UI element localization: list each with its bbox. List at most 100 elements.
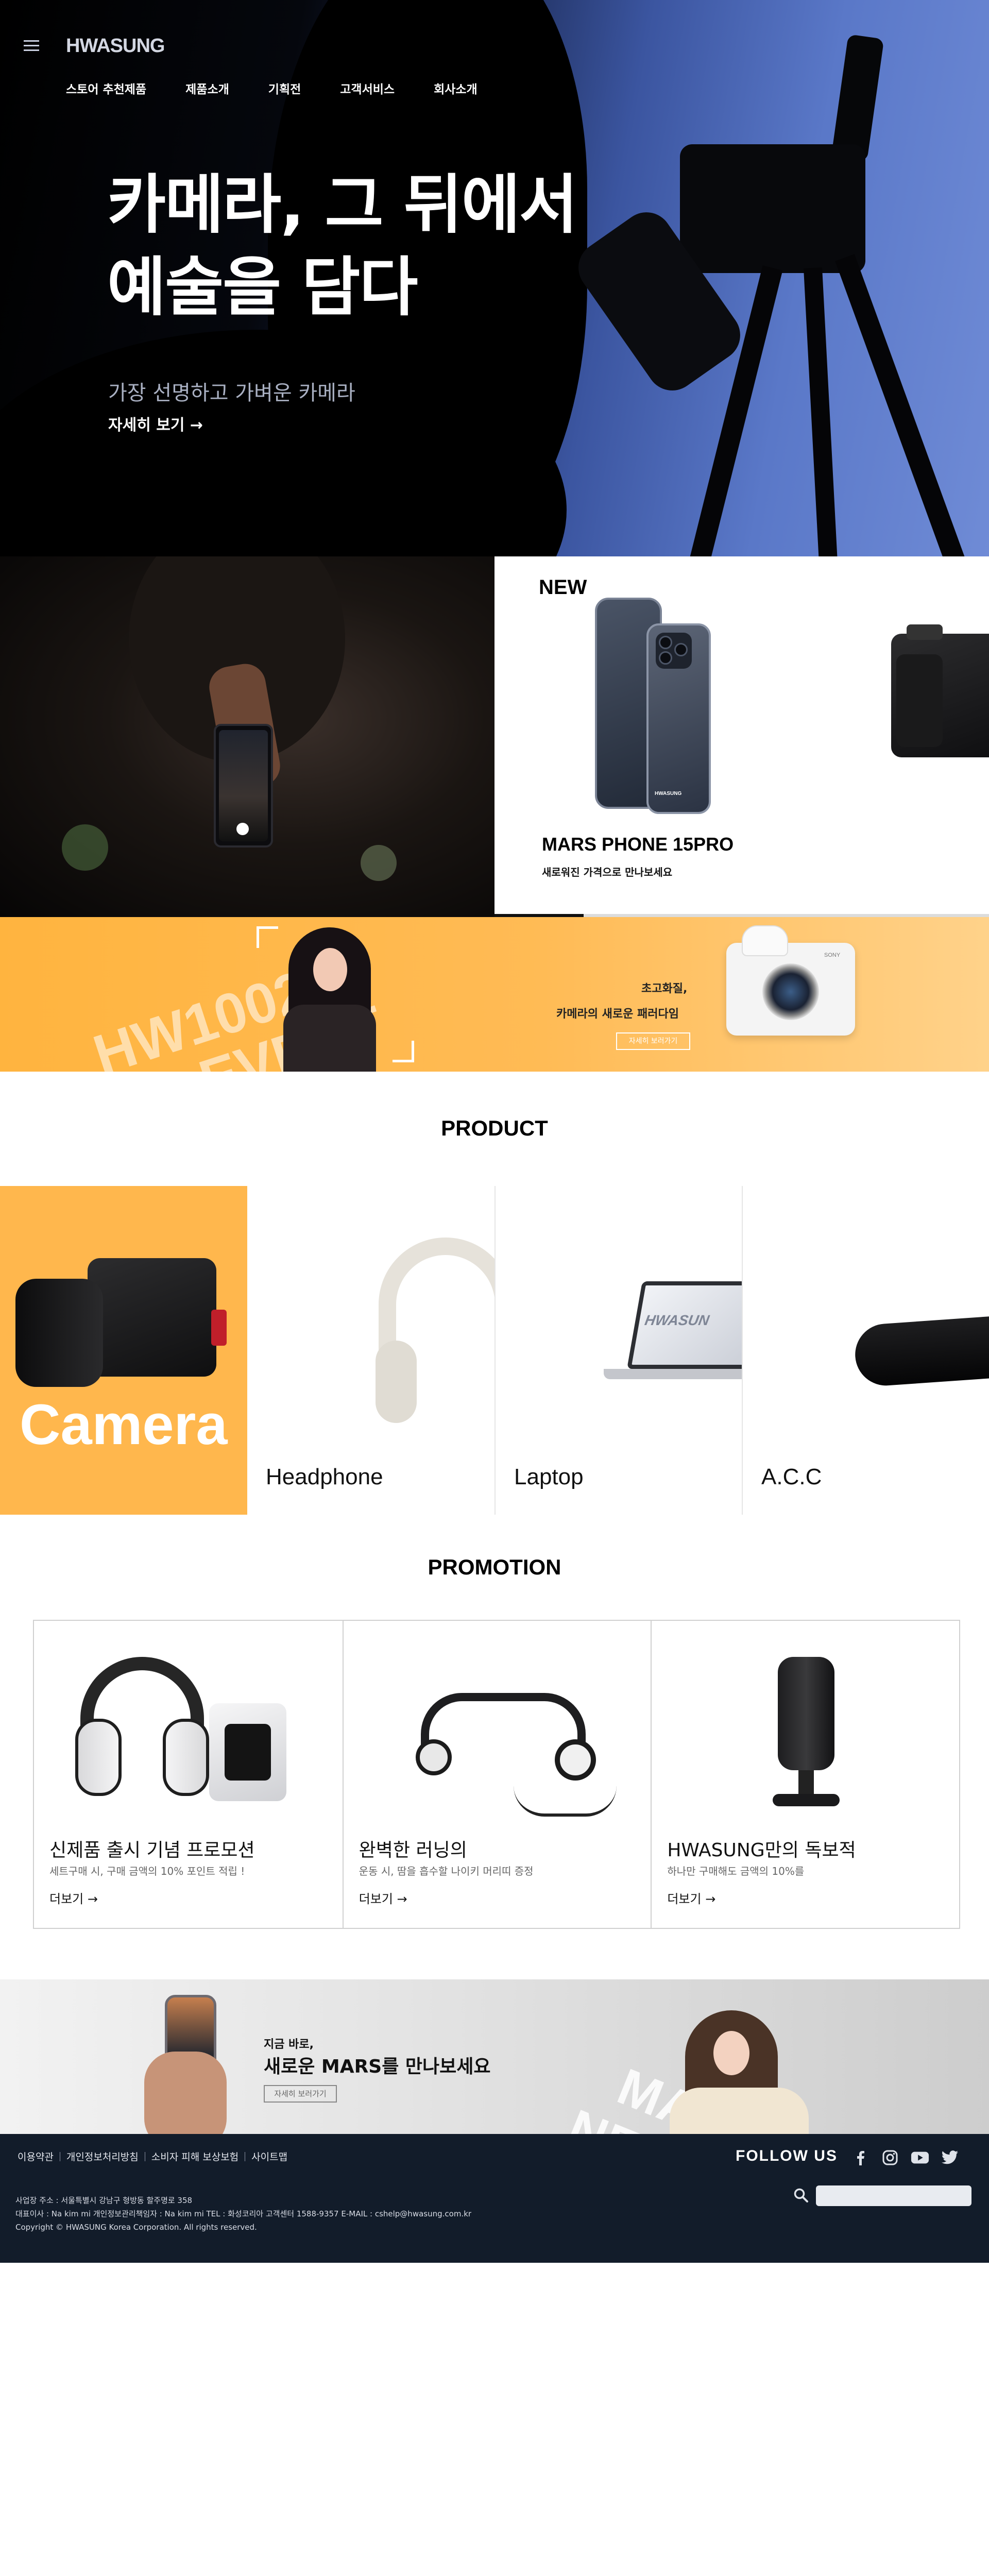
twitter-icon[interactable] [941, 2148, 959, 2167]
promo-title: HWASUNG만의 독보적 [667, 1840, 856, 1861]
promo-title: 완벽한 러닝의 [359, 1840, 467, 1861]
promo-more-link[interactable]: 더보기 → [667, 1889, 715, 1907]
mars-model [670, 2010, 809, 2134]
bokeh-light [361, 845, 397, 881]
hero-camera-body [680, 144, 865, 273]
mic-head [778, 1657, 835, 1770]
mars-title: 새로운 MARS를 만나보세요 [264, 2056, 491, 2077]
mic-base [773, 1794, 840, 1806]
footer-link-privacy[interactable]: 개인정보처리방침 [66, 2149, 139, 2163]
promo-title: 신제품 출시 기념 프로모션 [49, 1840, 255, 1861]
company-info: 사업장 주소 : 서울특별시 강남구 형방동 할주명로 358 대표이사 : N… [15, 2194, 471, 2234]
speaker-image [853, 1314, 989, 1388]
hand-phone-image [144, 1995, 232, 2134]
promo-more-link[interactable]: 더보기 → [49, 1889, 98, 1907]
mars-banner: 지금 바로, 새로운 MARS를 만나보세요 자세히 보러가기 MARS PHO… [0, 1979, 989, 2134]
new-badge: NEW [539, 576, 587, 599]
gaming-headset-image [75, 1657, 209, 1796]
phone-product-image[interactable]: HWASUNG [595, 598, 713, 814]
event-more-button[interactable]: 자세히 보러가기 [616, 1032, 690, 1050]
category-headphone[interactable]: Headphone [247, 1186, 494, 1515]
event-banner: HW1002 EVENT 초고화질, 카메라의 새로운 패러다임 자세히 보러가… [0, 917, 989, 1072]
laptop-base [604, 1369, 742, 1379]
new-product-section: NEW HWASUNG MARS PHONE 15PRO 새로워진 가격으로 만… [0, 556, 989, 917]
mars-more-button[interactable]: 자세히 보러가기 [264, 2085, 337, 2103]
model-face [313, 948, 347, 991]
event-title-line2: 카메라의 새로운 패러다임 [556, 1008, 679, 1021]
hamburger-menu-icon[interactable] [24, 40, 39, 52]
copyright: Copyright © HWASUNG Korea Corporation. A… [15, 2223, 257, 2232]
facebook-icon[interactable] [851, 2148, 869, 2167]
search-icon[interactable] [793, 2188, 809, 2205]
phone-camera-module [656, 633, 692, 669]
promo-more-link[interactable]: 더보기 → [359, 1889, 407, 1907]
footer-search-input[interactable] [816, 2185, 971, 2206]
new-product-slider: NEW HWASUNG MARS PHONE 15PRO 새로워진 가격으로 만… [494, 556, 989, 917]
headset-cup [163, 1719, 209, 1796]
event-model [278, 927, 381, 1072]
footer-link-sitemap[interactable]: 사이트맵 [251, 2149, 287, 2163]
site-logo[interactable]: HWASUNG [66, 35, 165, 57]
company-address: 사업장 주소 : 서울특별시 강남구 형방동 할주명로 358 [15, 2196, 193, 2205]
category-label: Laptop [514, 1464, 584, 1489]
product-categories: Camera Headphone HWASUN Laptop A.C.C [0, 1186, 989, 1515]
bokeh-light [62, 824, 108, 871]
promo-card[interactable]: 신제품 출시 기념 프로모션 세트구매 시, 구매 금액의 10% 포인트 적립… [34, 1621, 343, 1928]
site-header: HWASUNG 스토어 추천제품 제품소개 기획전 고객서비스 회사소개 [0, 0, 989, 103]
follow-us-label: FOLLOW US [736, 2147, 838, 2164]
headphone-cup [376, 1341, 417, 1423]
mic-stand [798, 1770, 814, 1796]
camera-dial [907, 624, 943, 640]
camera-brand: SONY [824, 952, 841, 958]
social-links [851, 2148, 959, 2167]
category-label: Camera [20, 1393, 228, 1456]
category-camera[interactable]: Camera [0, 1186, 247, 1515]
promo-card[interactable]: 완벽한 러닝의 운동 시, 땀을 흡수할 나이키 머리띠 증정 더보기 → [342, 1621, 651, 1928]
frame-corner [393, 1041, 414, 1062]
hero-title-line1: 카메라, 그 뒤에서 [107, 168, 578, 242]
camera-lens [762, 963, 819, 1020]
hero-section: HWASUNG 스토어 추천제품 제품소개 기획전 고객서비스 회사소개 카메라… [0, 0, 989, 556]
nav-item-company[interactable]: 회사소개 [434, 79, 478, 97]
nav-item-customer-service[interactable]: 고객서비스 [340, 79, 395, 97]
promotion-cards: 신제품 출시 기념 프로모션 세트구매 시, 구매 금액의 10% 포인트 적립… [33, 1620, 960, 1929]
hero-subtitle: 가장 선명하고 가벼운 카메라 [108, 381, 355, 405]
tripod-leg [804, 267, 840, 556]
nav-item-products[interactable]: 제품소개 [185, 79, 229, 97]
open-earphone-image [415, 1683, 617, 1817]
vlog-camera-image: SONY [726, 925, 855, 1036]
frame-corner [257, 926, 278, 948]
hero-title-line2: 예술을 담다 [107, 250, 418, 325]
phone-lens [674, 643, 688, 656]
model-face [713, 2031, 749, 2075]
hand-image [144, 2052, 227, 2134]
phone-lens [659, 636, 672, 649]
instagram-icon[interactable] [881, 2148, 899, 2167]
footer-link-terms[interactable]: 이용약관 [18, 2149, 54, 2163]
microphone-image [773, 1657, 840, 1811]
category-acc[interactable]: A.C.C [742, 1186, 989, 1515]
earphone-pod [554, 1739, 596, 1781]
category-label: Headphone [266, 1464, 383, 1489]
case-slot [225, 1724, 271, 1781]
camera-mic-cover [742, 925, 788, 956]
promo-description: 세트구매 시, 구매 금액의 10% 포인트 적립 ! [49, 1865, 245, 1877]
product-name[interactable]: MARS PHONE 15PRO [542, 834, 734, 855]
category-laptop[interactable]: HWASUN Laptop [494, 1186, 742, 1515]
event-title-line1: 초고화질, [641, 982, 688, 995]
promo-card[interactable]: HWASUNG만의 독보적 하나만 구매해도 금액의 10%를 더보기 → [651, 1621, 959, 1928]
headset-cup [75, 1719, 122, 1796]
next-camera-product-image[interactable] [891, 624, 989, 757]
earbud-case-image [209, 1703, 286, 1801]
model-body [283, 1005, 376, 1072]
hero-more-link[interactable]: 자세히 보기 → [108, 412, 203, 435]
youtube-icon[interactable] [911, 2148, 929, 2167]
footer-link-consumer-insurance[interactable]: 소비자 피해 보상보험 [151, 2149, 238, 2163]
laptop-screen-logo: HWASUN [643, 1312, 711, 1328]
nav-item-exhibition[interactable]: 기획전 [268, 79, 301, 97]
camera-strap [211, 1310, 227, 1346]
nav-item-store[interactable]: 스토어 추천제품 [66, 79, 146, 97]
phone-front: HWASUNG [646, 623, 711, 814]
phone-lens [659, 651, 672, 665]
earphone-pod [415, 1739, 452, 1775]
